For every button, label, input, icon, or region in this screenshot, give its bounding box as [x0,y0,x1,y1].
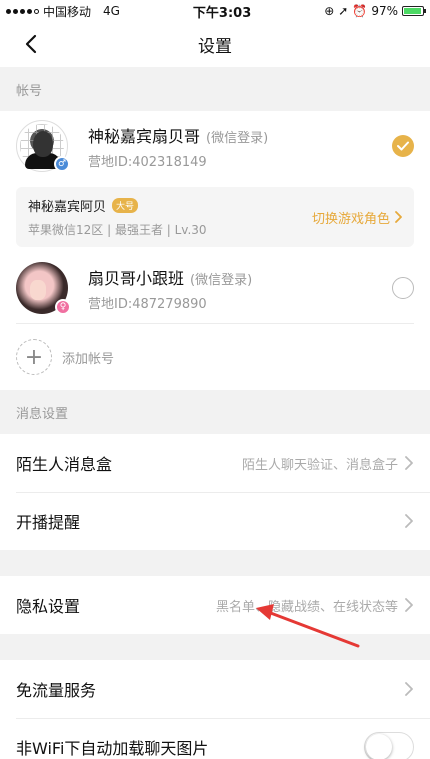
chevron-right-icon [405,682,413,696]
account-item[interactable]: ♀ 扇贝哥小跟班 (微信登录) 营地ID:487279890 [16,253,414,323]
role-details: 苹果微信12区 | 最强王者 | Lv.30 [28,223,207,237]
add-account-button[interactable]: + 添加帐号 [16,324,414,390]
section-header-account: 帐号 [0,67,430,111]
free-data-service-item[interactable]: 免流量服务 [0,660,430,718]
chevron-right-icon [405,514,413,528]
item-right [404,514,414,528]
carrier-label: 中国移动 [43,4,92,19]
checkmark-icon [397,141,409,151]
avatar-hand [30,280,46,300]
role-name: 神秘嘉宾阿贝 [28,200,107,215]
section-gap [0,634,430,660]
plus-icon: + [16,339,52,375]
switch-role-button[interactable]: 切换游戏角色 [312,208,402,227]
auto-load-images-toggle[interactable] [364,732,414,759]
privacy-group: 隐私设置 黑名单、隐藏战绩、在线状态等 [0,576,430,634]
privacy-settings-item[interactable]: 隐私设置 黑名单、隐藏战绩、在线状态等 [0,576,430,634]
auto-load-images-item: 非WiFi下自动加载聊天图片 [0,718,430,759]
stranger-message-box-item[interactable]: 陌生人消息盒 陌生人聊天验证、消息盒子 [0,434,430,492]
female-gender-icon: ♀ [55,299,71,315]
role-name-line: 神秘嘉宾阿贝 大号 [28,196,207,215]
account-info: 神秘嘉宾扇贝哥 (微信登录) 营地ID:402318149 [88,123,392,170]
alarm-icon: ⏰ [352,4,368,18]
nav-bar: 设置 [0,22,430,67]
chevron-left-icon[interactable] [22,34,42,54]
switch-role-label: 切换游戏角色 [311,211,390,227]
item-right: 黑名单、隐藏战绩、在线状态等 [216,596,414,615]
chevron-right-icon [405,598,413,612]
status-bar: 中国移动 4G 下午3:03 ⊕ ➚ ⏰ 97% [0,0,430,22]
toggle-knob [366,734,392,759]
battery-icon [401,6,426,16]
account-name: 神秘嘉宾扇贝哥 [88,126,201,146]
account-item[interactable]: ♂ 神秘嘉宾扇贝哥 (微信登录) 营地ID:402318149 [16,111,414,181]
item-label: 免流量服务 [16,681,97,700]
item-right [404,682,414,696]
lock-rotation-icon: ⊕ [324,4,335,18]
live-reminder-item[interactable]: 开播提醒 [0,492,430,550]
status-time: 下午3:03 [192,5,252,21]
account-name-line: 扇贝哥小跟班 (微信登录) [88,265,392,289]
item-label: 隐私设置 [16,597,81,616]
battery-fill [403,8,422,14]
item-value: 黑名单、隐藏战绩、在线状态等 [215,599,398,615]
account-name: 扇贝哥小跟班 [88,268,185,288]
item-label: 非WiFi下自动加载聊天图片 [16,739,209,758]
signal-strength-icon [6,8,39,14]
section-gap [0,550,430,576]
section-header-message: 消息设置 [0,390,430,434]
account-name-line: 神秘嘉宾扇贝哥 (微信登录) [88,123,392,147]
item-label: 开播提醒 [16,513,81,532]
chevron-right-icon [395,211,402,223]
battery-percent: 97% [371,4,398,18]
avatar: ♂ [16,120,70,172]
check-unselected-icon[interactable] [392,277,414,299]
chevron-right-icon [405,456,413,470]
status-left: 中国移动 4G [6,3,120,20]
item-right: 陌生人聊天验证、消息盒子 [242,454,414,473]
status-right: ⊕ ➚ ⏰ 97% [324,4,426,18]
login-type: (微信登录) [190,272,253,288]
account-id: 营地ID:487279890 [88,296,207,312]
network-label: 4G [103,4,120,18]
item-label: 陌生人消息盒 [16,455,113,474]
role-info: 神秘嘉宾阿贝 大号 苹果微信12区 | 最强王者 | Lv.30 [28,196,207,238]
message-settings-group: 陌生人消息盒 陌生人聊天验证、消息盒子 开播提醒 [0,434,430,550]
location-icon: ➚ [338,4,349,18]
account-info: 扇贝哥小跟班 (微信登录) 营地ID:487279890 [88,265,392,312]
add-account-label: 添加帐号 [62,351,115,367]
male-gender-icon: ♂ [54,156,70,172]
data-settings-group: 免流量服务 非WiFi下自动加载聊天图片 [0,660,430,759]
login-type: (微信登录) [206,130,269,146]
avatar-face [33,131,53,157]
game-role-card: 神秘嘉宾阿贝 大号 苹果微信12区 | 最强王者 | Lv.30 切换游戏角色 [16,187,414,247]
account-list: ♂ 神秘嘉宾扇贝哥 (微信登录) 营地ID:402318149 神秘嘉宾阿贝 大… [0,111,430,390]
item-value: 陌生人聊天验证、消息盒子 [241,457,398,473]
page-title: 设置 [198,37,232,57]
check-selected-icon[interactable] [392,135,414,157]
avatar: ♀ [16,262,71,315]
role-tag-badge: 大号 [112,198,139,213]
account-id: 营地ID:402318149 [88,154,207,170]
